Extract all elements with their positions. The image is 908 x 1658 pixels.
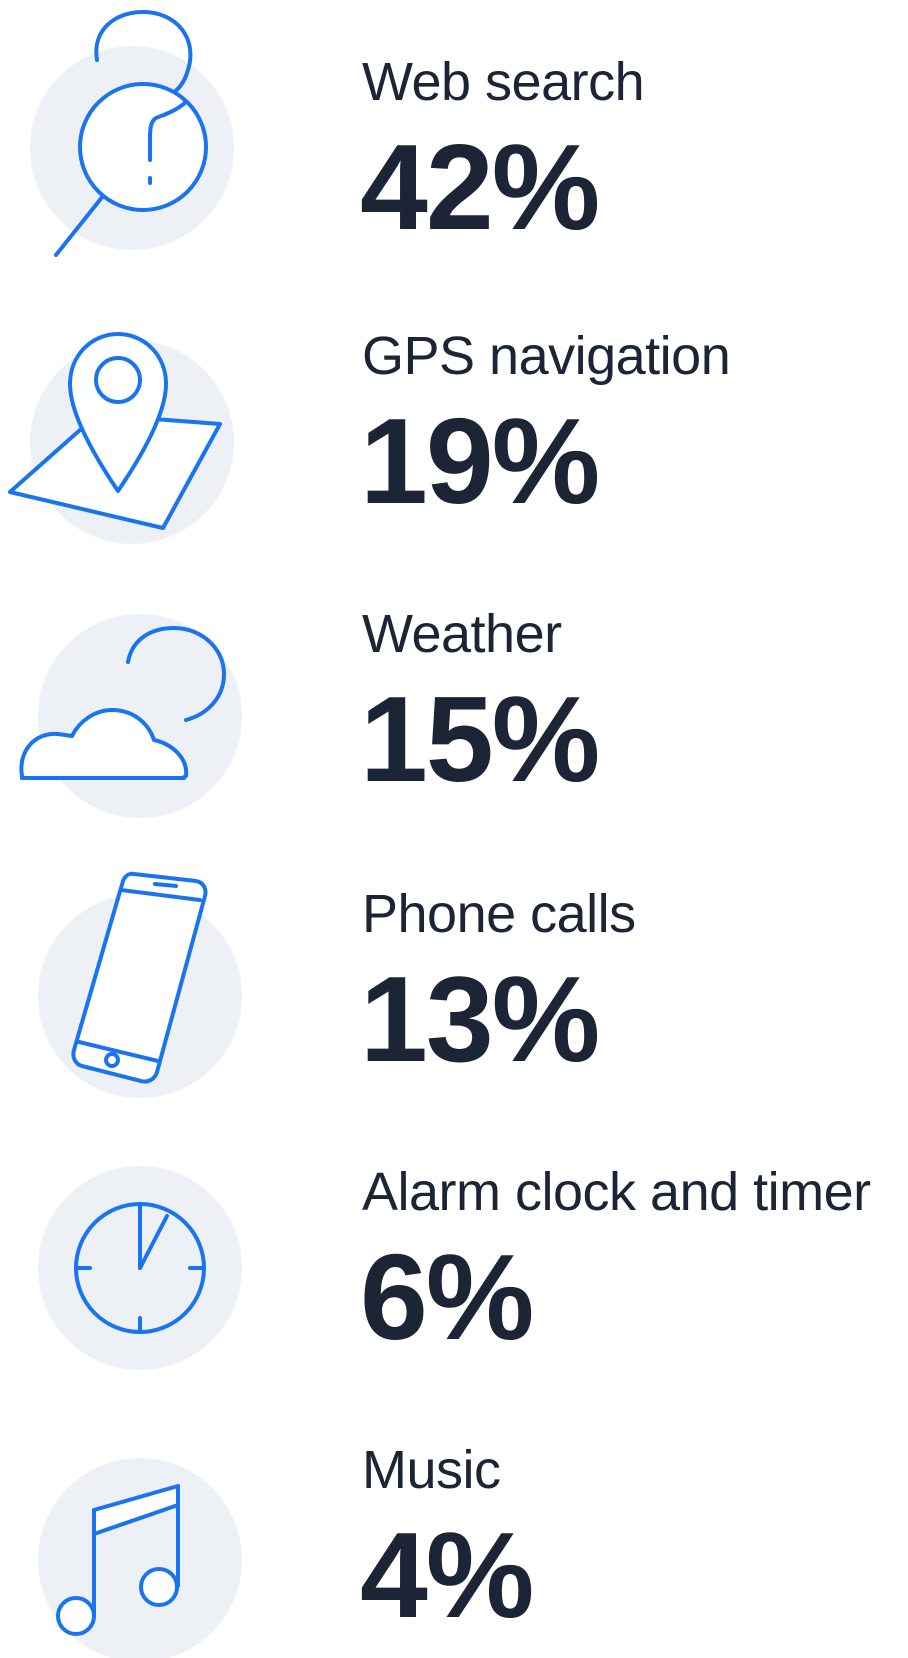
category-label: GPS navigation xyxy=(362,326,731,386)
list-item: GPS navigation 19% xyxy=(0,274,908,544)
percentage-value: 6% xyxy=(360,1229,534,1365)
list-item: Weather 15% xyxy=(0,552,908,822)
cloud-sun-icon xyxy=(0,552,260,822)
percentage-value: 4% xyxy=(360,1507,534,1643)
category-label: Weather xyxy=(362,604,562,664)
list-item: Phone calls 13% xyxy=(0,832,908,1102)
list-item: Music 4% xyxy=(0,1388,908,1658)
music-note-icon xyxy=(0,1388,260,1658)
magnifier-question-icon xyxy=(0,0,260,270)
category-label: Web search xyxy=(362,52,645,112)
list-item: Alarm clock and timer 6% xyxy=(0,1110,908,1380)
category-label: Alarm clock and timer xyxy=(362,1162,871,1222)
percentage-value: 19% xyxy=(360,393,600,529)
percentage-value: 42% xyxy=(360,119,600,255)
category-label: Music xyxy=(362,1440,501,1500)
map-pin-icon xyxy=(0,274,260,544)
category-label: Phone calls xyxy=(362,884,636,944)
smartphone-icon xyxy=(0,832,260,1102)
percentage-value: 15% xyxy=(360,671,600,807)
list-item: Web search 42% xyxy=(0,0,908,270)
clock-icon xyxy=(0,1110,260,1380)
percentage-value: 13% xyxy=(360,951,600,1087)
